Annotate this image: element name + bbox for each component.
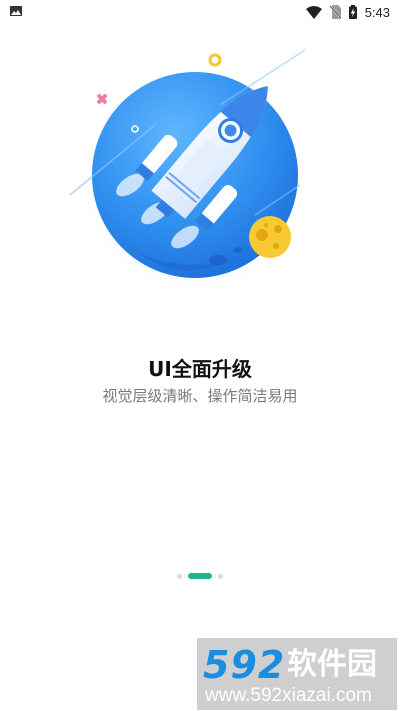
page-indicator — [0, 571, 400, 581]
page-dot-2-active[interactable] — [188, 573, 212, 579]
rocket-illustration — [69, 49, 313, 295]
onboarding-screen: 5:43 UI全面升级 视觉层级清晰、操作简洁易用 592 软件园 www.59… — [0, 0, 400, 711]
wifi-icon — [305, 5, 322, 19]
onboarding-title: UI全面升级 — [148, 357, 252, 381]
status-bar: 5:43 — [0, 0, 400, 24]
page-dot-1[interactable] — [177, 573, 182, 579]
battery-charging-icon — [348, 5, 357, 19]
image-notification-icon — [10, 6, 22, 16]
status-icons: 5:43 — [305, 0, 390, 24]
onboarding-subtitle: 视觉层级清晰、操作简洁易用 — [102, 387, 298, 405]
watermark-text: 软件园 — [287, 647, 377, 682]
watermark-url: www.592xiazai.com — [205, 685, 372, 706]
site-watermark: 592 软件园 www.592xiazai.com — [197, 638, 397, 710]
no-sim-icon — [329, 5, 341, 19]
watermark-logo: 592 — [203, 643, 286, 687]
status-time: 5:43 — [364, 4, 390, 20]
page-dot-3[interactable] — [218, 573, 223, 579]
